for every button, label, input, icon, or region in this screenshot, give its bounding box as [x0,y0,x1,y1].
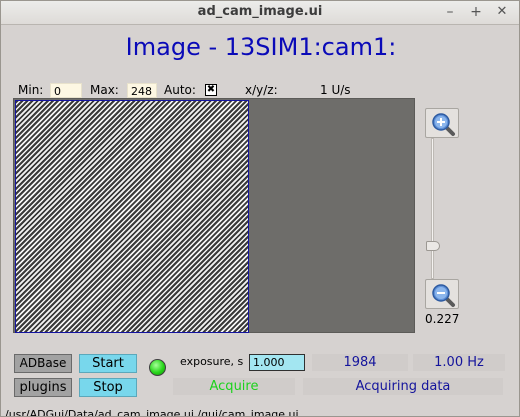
zoom-slider-handle[interactable] [426,241,440,251]
max-value-field[interactable]: 248 [127,83,157,98]
acquire-readback: Acquire [173,378,295,395]
auto-checkbox[interactable]: ✖ [205,84,217,96]
zoom-in-button[interactable] [425,108,459,138]
status-message: Acquiring data [303,378,503,395]
zoom-in-icon [432,113,455,136]
adbase-button[interactable]: ADBase [14,354,72,373]
rate-readout: 1 U/s [320,83,351,97]
page-title: Image - 13SIM1:cam1: [125,33,397,61]
maximize-button[interactable]: + [467,3,485,21]
image-counter: 1984 [312,354,408,371]
start-button[interactable]: Start [79,354,137,373]
app-window: ad_cam_image.ui – + ✕ Image - 13SIM1:cam… [0,0,520,417]
stop-button[interactable]: Stop [79,378,137,397]
acquire-status-led [149,359,166,376]
frame-rate-readout: 1.00 Hz [413,354,505,371]
image-canvas[interactable] [13,98,415,333]
minimize-button[interactable]: – [441,3,459,21]
auto-label: Auto: [164,83,196,97]
camera-image [15,100,249,333]
exposure-label: exposure, s [180,355,244,368]
max-label: Max: [90,83,119,97]
file-path-text: /usr/ADGui/Data/ad_cam_image.ui /gui/cam… [5,408,299,417]
min-value-field[interactable]: 0 [50,83,82,98]
plugins-button[interactable]: plugins [14,378,72,397]
close-button[interactable]: ✕ [493,3,511,21]
zoom-slider-track[interactable] [431,138,434,279]
xyz-label: x/y/z: [245,83,278,97]
zoom-out-icon [432,284,455,307]
title-bar: ad_cam_image.ui – + ✕ [1,1,519,25]
zoom-out-button[interactable] [425,279,459,309]
min-label: Min: [18,83,44,97]
zoom-value: 0.227 [425,312,460,326]
exposure-input[interactable]: 1.000 [249,354,305,371]
